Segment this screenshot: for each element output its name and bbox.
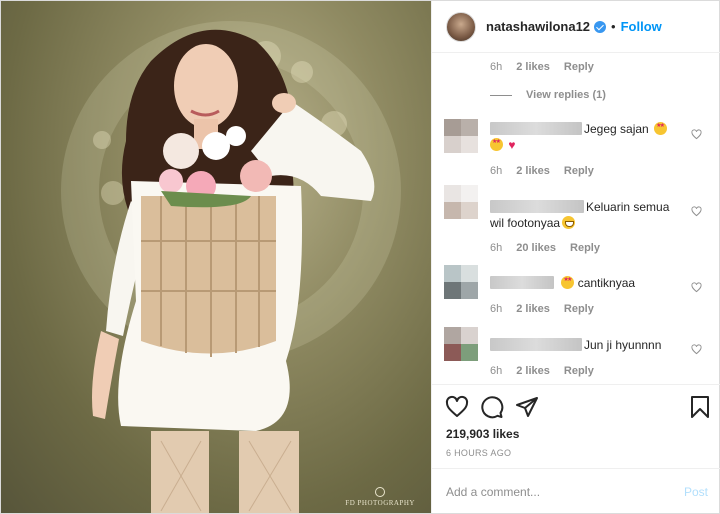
comment-likes[interactable]: 2 likes bbox=[516, 303, 550, 315]
view-replies-label: View replies (1) bbox=[526, 89, 606, 101]
comment-likes[interactable]: 2 likes bbox=[516, 365, 550, 377]
add-comment-input[interactable] bbox=[446, 483, 666, 501]
header-separator: • bbox=[611, 19, 616, 34]
comment-likes[interactable]: 2 likes bbox=[516, 165, 550, 177]
star-struck-emoji bbox=[561, 276, 575, 289]
comment-like-heart-icon[interactable] bbox=[691, 344, 702, 355]
post-time-ago: 6 HOURS AGO bbox=[446, 448, 512, 458]
likes-count[interactable]: 219,903 likes bbox=[446, 427, 519, 441]
model-figure-illustration bbox=[92, 29, 375, 513]
comment-meta: 6h 2 likes Reply bbox=[490, 165, 594, 177]
grinning-emoji bbox=[562, 216, 576, 229]
comment-like-heart-icon[interactable] bbox=[691, 129, 702, 140]
comment-text: Jun ji hyunnnn bbox=[490, 337, 686, 353]
comment-time: 6h bbox=[490, 303, 503, 315]
verified-badge-icon bbox=[594, 20, 607, 33]
bookmark-icon[interactable] bbox=[688, 395, 712, 419]
comment-time: 6h bbox=[490, 365, 503, 377]
post-header: natashawilona12 • Follow bbox=[432, 1, 720, 53]
comment-meta: 6h 2 likes Reply bbox=[490, 61, 594, 73]
comment-like-heart-icon[interactable] bbox=[691, 206, 702, 217]
author-username[interactable]: natashawilona12 bbox=[486, 19, 590, 34]
post-actions-bar bbox=[432, 393, 720, 423]
commenter-avatar[interactable] bbox=[444, 265, 478, 299]
comment-item: Jegeg sajan ♥ 6h 2 likes Reply bbox=[432, 119, 720, 179]
comment-text: Keluarin semua wil footonyaa bbox=[490, 199, 686, 231]
post-photo[interactable]: FD PHOTOGRAPHY bbox=[1, 1, 431, 513]
reply-button[interactable]: Reply bbox=[564, 365, 594, 377]
comment-meta: 6h 20 likes Reply bbox=[490, 242, 600, 254]
section-divider bbox=[432, 384, 720, 385]
comment-likes[interactable]: 2 likes bbox=[516, 61, 550, 73]
comment-item: Keluarin semua wil footonyaa 6h 20 likes… bbox=[432, 183, 720, 254]
view-replies-button[interactable]: View replies (1) bbox=[490, 89, 606, 101]
post-side-panel: natashawilona12 • Follow 6h 2 likes Repl… bbox=[431, 1, 720, 513]
heart-outline-icon[interactable] bbox=[445, 395, 469, 419]
photo-watermark: FD PHOTOGRAPHY bbox=[345, 487, 415, 507]
commenter-username-blurred[interactable] bbox=[490, 276, 554, 289]
follow-button[interactable]: Follow bbox=[621, 19, 662, 34]
reply-button[interactable]: Reply bbox=[564, 61, 594, 73]
comment-time: 6h bbox=[490, 165, 503, 177]
post-comment-button[interactable]: Post bbox=[684, 485, 708, 499]
star-struck-emoji bbox=[490, 138, 503, 151]
comment-likes[interactable]: 20 likes bbox=[516, 242, 556, 254]
comments-list[interactable]: 6h 2 likes Reply View replies (1) Jegeg … bbox=[432, 53, 720, 383]
comment-item: cantiknyaa 6h 2 likes Reply bbox=[432, 265, 720, 320]
paper-plane-icon[interactable] bbox=[515, 395, 539, 419]
commenter-avatar[interactable] bbox=[444, 185, 478, 219]
comment-body: Jegeg sajan bbox=[584, 122, 649, 136]
commenter-username-blurred[interactable] bbox=[490, 338, 582, 351]
comment-meta: 6h 2 likes Reply bbox=[490, 365, 594, 377]
watermark-text: FD PHOTOGRAPHY bbox=[345, 499, 415, 507]
comment-body: Jun ji hyunnnn bbox=[584, 338, 662, 352]
comment-body-line2: wil footonyaa bbox=[490, 216, 561, 230]
comment-bubble-icon[interactable] bbox=[480, 395, 504, 419]
watermark-seal-icon bbox=[375, 487, 386, 497]
comment-item: Jun ji hyunnnn 6h 2 likes Reply bbox=[432, 327, 720, 383]
star-struck-emoji bbox=[654, 122, 668, 135]
comment-meta: 6h 2 likes Reply bbox=[490, 303, 594, 315]
author-avatar[interactable] bbox=[446, 11, 476, 42]
commenter-avatar[interactable] bbox=[444, 119, 478, 153]
commenter-username-blurred[interactable] bbox=[490, 200, 584, 213]
reply-button[interactable]: Reply bbox=[564, 165, 594, 177]
commenter-username-blurred[interactable] bbox=[490, 122, 582, 135]
view-replies-line bbox=[490, 94, 512, 96]
comment-like-heart-icon[interactable] bbox=[691, 282, 702, 293]
comment-body: Keluarin semua bbox=[586, 200, 670, 214]
commenter-avatar[interactable] bbox=[444, 327, 478, 361]
reply-button[interactable]: Reply bbox=[564, 303, 594, 315]
red-heart-emoji: ♥ bbox=[508, 138, 516, 152]
comment-time: 6h bbox=[490, 242, 503, 254]
reply-button[interactable]: Reply bbox=[570, 242, 600, 254]
comment-body: cantiknyaa bbox=[577, 276, 636, 290]
add-comment-bar: Post bbox=[432, 468, 720, 513]
comment-time: 6h bbox=[490, 61, 503, 73]
comment-text: Jegeg sajan ♥ bbox=[490, 121, 686, 153]
comment-text: cantiknyaa bbox=[490, 275, 686, 291]
